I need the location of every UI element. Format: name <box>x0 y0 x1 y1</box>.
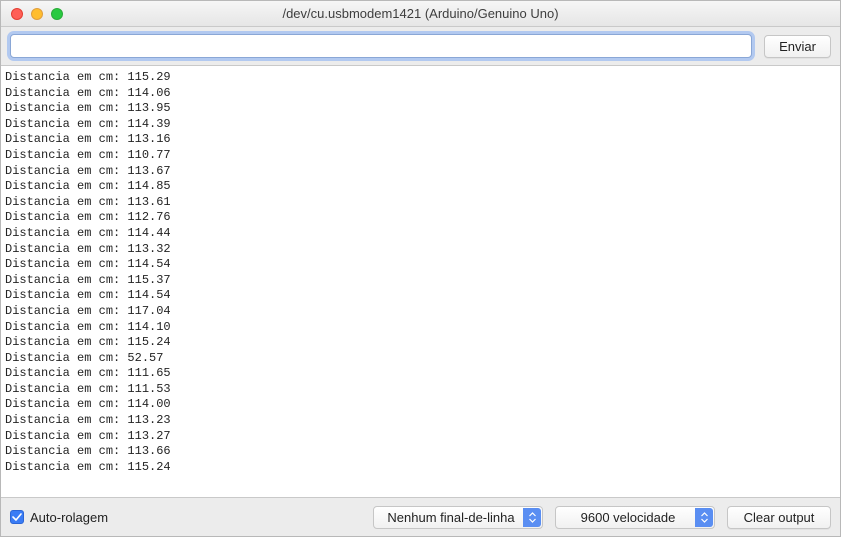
line-ending-value: Nenhum final-de-linha <box>387 510 514 525</box>
minimize-icon[interactable] <box>31 8 43 20</box>
serial-output-area[interactable]: Distancia em cm: 115.29 Distancia em cm:… <box>1 65 840 498</box>
line-ending-select[interactable]: Nenhum final-de-linha <box>373 506 543 529</box>
send-button[interactable]: Enviar <box>764 35 831 58</box>
autoscroll-label: Auto-rolagem <box>30 510 108 525</box>
serial-monitor-window: /dev/cu.usbmodem1421 (Arduino/Genuino Un… <box>0 0 841 537</box>
check-icon <box>10 510 24 524</box>
baud-rate-value: 9600 velocidade <box>581 510 676 525</box>
traffic-lights <box>1 8 63 20</box>
clear-output-button[interactable]: Clear output <box>727 506 831 529</box>
updown-icon <box>695 508 713 527</box>
close-icon[interactable] <box>11 8 23 20</box>
bottombar: Auto-rolagem Nenhum final-de-linha 9600 … <box>1 498 840 536</box>
updown-icon <box>523 508 541 527</box>
autoscroll-checkbox[interactable]: Auto-rolagem <box>10 510 108 525</box>
baud-rate-select[interactable]: 9600 velocidade <box>555 506 715 529</box>
maximize-icon[interactable] <box>51 8 63 20</box>
serial-send-input[interactable] <box>10 34 752 58</box>
toolbar: Enviar <box>1 27 840 65</box>
window-title: /dev/cu.usbmodem1421 (Arduino/Genuino Un… <box>1 6 840 21</box>
titlebar[interactable]: /dev/cu.usbmodem1421 (Arduino/Genuino Un… <box>1 1 840 27</box>
